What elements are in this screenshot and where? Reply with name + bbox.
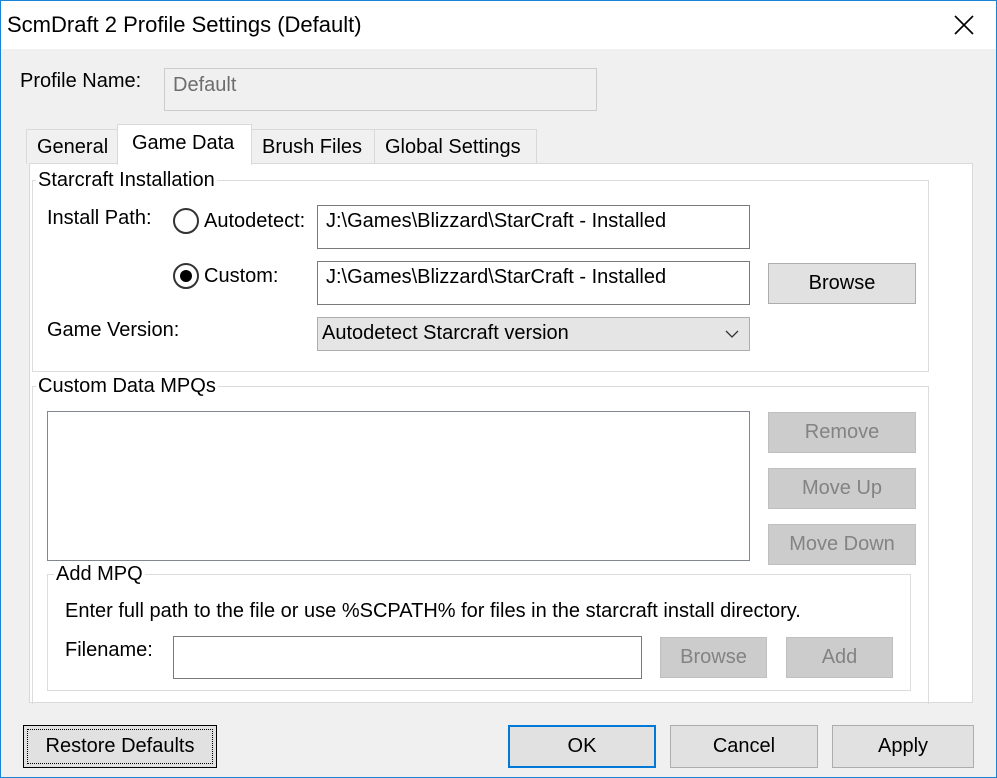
tab-general[interactable]: General <box>26 129 118 164</box>
tab-brush-files[interactable]: Brush Files <box>251 129 375 164</box>
restore-defaults-button[interactable]: Restore Defaults <box>23 725 217 768</box>
autodetect-label[interactable]: Autodetect: <box>204 210 305 233</box>
filename-field[interactable] <box>173 636 642 679</box>
move-up-button[interactable]: Move Up <box>768 468 916 509</box>
tab-game-data[interactable]: Game Data <box>117 124 252 165</box>
filename-label: Filename: <box>65 639 153 661</box>
add-mpq-label: Add MPQ <box>54 563 145 586</box>
title-bar: ScmDraft 2 Profile Settings (Default) <box>1 1 996 49</box>
add-mpq-button[interactable]: Add <box>786 637 893 678</box>
profile-name-label: Profile Name: <box>20 70 142 92</box>
profile-settings-dialog: ScmDraft 2 Profile Settings (Default) Pr… <box>0 0 997 778</box>
radio-selected-dot <box>180 270 192 282</box>
window-title: ScmDraft 2 Profile Settings (Default) <box>7 12 362 37</box>
custom-radio[interactable] <box>173 263 199 289</box>
tab-global-settings[interactable]: Global Settings <box>374 129 537 164</box>
install-path-label: Install Path: <box>47 207 152 229</box>
apply-button[interactable]: Apply <box>832 725 974 768</box>
custom-mpqs-label: Custom Data MPQs <box>36 375 218 398</box>
mpq-browse-button[interactable]: Browse <box>660 637 767 678</box>
game-version-value: Autodetect Starcraft version <box>322 322 569 344</box>
ok-button[interactable]: OK <box>508 725 656 768</box>
close-icon <box>954 15 974 35</box>
custom-path-field[interactable]: J:\Games\Blizzard\StarCraft - Installed <box>317 261 750 305</box>
close-button[interactable] <box>932 1 996 49</box>
remove-button[interactable]: Remove <box>768 412 916 453</box>
game-version-label: Game Version: <box>47 319 180 341</box>
autodetect-path-field[interactable]: J:\Games\Blizzard\StarCraft - Installed <box>317 205 750 249</box>
chevron-down-icon <box>725 330 739 338</box>
game-version-select[interactable]: Autodetect Starcraft version <box>317 317 750 351</box>
mpq-list[interactable] <box>47 411 750 561</box>
custom-label[interactable]: Custom: <box>204 265 278 288</box>
add-mpq-hint: Enter full path to the file or use %SCPA… <box>65 600 801 622</box>
move-down-button[interactable]: Move Down <box>768 524 916 565</box>
autodetect-radio[interactable] <box>173 208 199 234</box>
profile-name-field: Default <box>164 68 597 111</box>
install-browse-button[interactable]: Browse <box>768 263 916 304</box>
cancel-button[interactable]: Cancel <box>670 725 818 768</box>
game-data-panel: Starcraft Installation Install Path: Aut… <box>29 163 973 704</box>
starcraft-installation-label: Starcraft Installation <box>36 169 217 192</box>
